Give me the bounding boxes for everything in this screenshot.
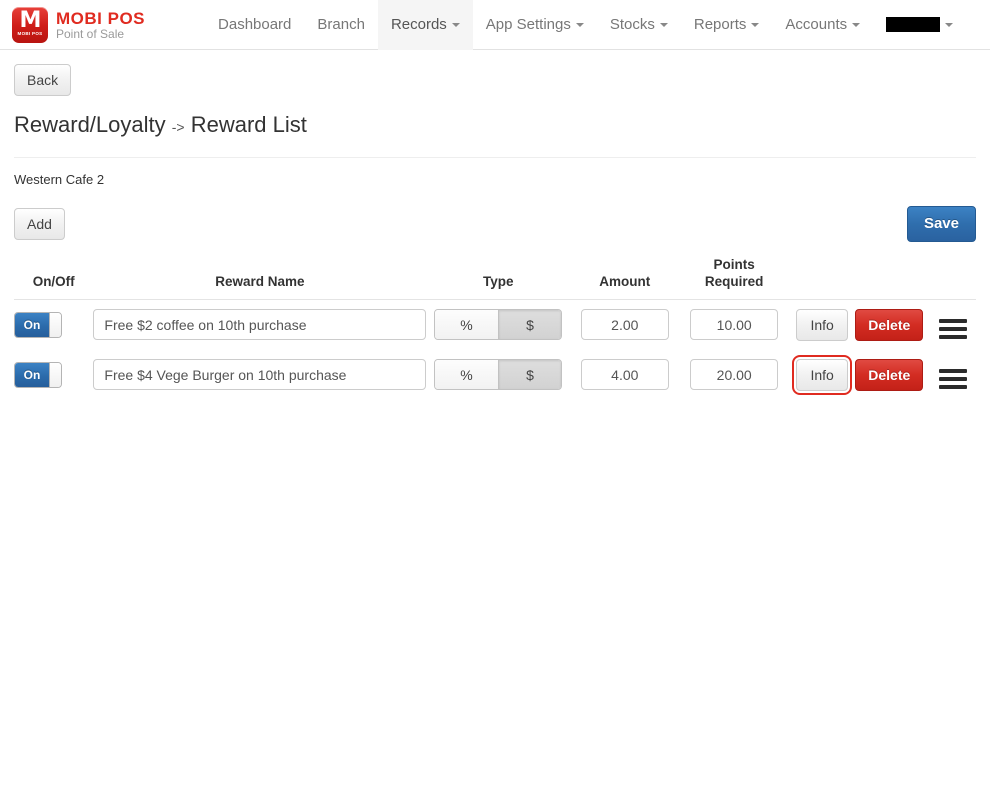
toggle-knob	[49, 312, 61, 337]
column-header-onoff: On/Off	[14, 255, 94, 300]
cell-reward-name	[93, 299, 427, 350]
chevron-down-icon	[945, 22, 954, 27]
brand-logo[interactable]: M MOBI POS MOBI POS Point of Sale	[0, 6, 145, 43]
logo-caption: MOBI POS	[17, 31, 43, 36]
reward-name-input[interactable]	[93, 309, 427, 341]
logo-letter: M	[19, 8, 42, 33]
nav-item-label: Stocks	[609, 16, 655, 33]
top-navbar: M MOBI POS MOBI POS Point of Sale Dashbo…	[0, 0, 990, 50]
title-divider	[14, 157, 976, 159]
save-button[interactable]: Save	[906, 206, 976, 242]
brand-text: MOBI POS Point of Sale	[56, 9, 145, 40]
enabled-toggle[interactable]: On	[14, 361, 62, 388]
cell-onoff: On	[14, 299, 93, 350]
enabled-toggle[interactable]: On	[14, 311, 62, 338]
chevron-down-icon	[451, 22, 460, 27]
page-title-main: Reward/Loyalty	[14, 112, 166, 138]
toggle-on-label: On	[15, 312, 49, 337]
add-button[interactable]: Add	[14, 207, 65, 241]
toggle-on-label: On	[15, 362, 49, 387]
column-header-type: Type	[426, 255, 571, 300]
nav-item-accounts[interactable]: Accounts	[772, 0, 873, 50]
cell-onoff: On	[14, 350, 93, 400]
column-header-reward-name: Reward Name	[93, 255, 427, 300]
page-title: Reward/Loyalty -> Reward List	[14, 112, 976, 138]
type-option-dollar[interactable]: $	[497, 360, 562, 390]
cell-points-required	[679, 299, 788, 350]
column-header-amount: Amount	[570, 255, 680, 300]
chevron-down-icon	[575, 22, 584, 27]
nav-item-branch[interactable]: Branch	[304, 0, 378, 50]
type-option-percent[interactable]: %	[435, 360, 498, 390]
drag-handle-icon[interactable]	[939, 369, 968, 390]
chevron-down-icon	[751, 22, 760, 27]
type-option-dollar[interactable]: $	[497, 310, 562, 340]
type-segmented-control[interactable]: % $	[434, 309, 563, 341]
table-toolbar: Add Save	[14, 206, 976, 242]
nav-item-label: App Settings	[485, 16, 571, 33]
branch-name: Western Cafe 2	[14, 172, 105, 188]
mobi-pos-logo-icon: M MOBI POS	[12, 6, 48, 43]
nav-item-records[interactable]: Records	[377, 0, 473, 50]
table-row: On % $	[14, 299, 976, 350]
cell-type: % $	[426, 299, 570, 350]
account-name-redacted	[886, 17, 941, 32]
amount-input[interactable]	[580, 359, 669, 391]
cell-actions: Info Delete	[789, 299, 931, 350]
cell-amount	[570, 350, 679, 400]
reward-list-table: On/Off Reward Name Type Amount Points Re…	[14, 255, 976, 400]
cell-points-required	[679, 350, 788, 400]
column-header-actions	[788, 255, 931, 300]
type-option-percent[interactable]: %	[435, 310, 498, 340]
cell-amount	[570, 299, 679, 350]
cell-drag	[931, 350, 976, 400]
points-required-input[interactable]	[690, 309, 779, 341]
cell-drag	[931, 299, 976, 350]
info-button[interactable]: Info	[792, 354, 852, 396]
delete-button[interactable]: Delete	[855, 308, 924, 341]
nav-item-label: Accounts	[785, 16, 848, 33]
cell-type: % $	[426, 350, 570, 400]
nav-item-app-settings[interactable]: App Settings	[473, 0, 597, 50]
info-button[interactable]: Info	[796, 308, 848, 341]
brand-title: MOBI POS	[56, 9, 146, 28]
points-required-input[interactable]	[690, 359, 779, 391]
column-header-points-required: Points Required	[679, 255, 789, 300]
table-header-row: On/Off Reward Name Type Amount Points Re…	[14, 255, 976, 300]
points-required-line1: Points	[713, 256, 755, 272]
nav-item-label: Reports	[693, 16, 747, 33]
brand-subtitle: Point of Sale	[56, 27, 125, 41]
page-title-arrow: ->	[171, 119, 185, 136]
nav-item-stocks[interactable]: Stocks	[597, 0, 681, 50]
drag-handle-icon[interactable]	[939, 319, 968, 340]
nav-item-account-user[interactable]	[873, 0, 966, 50]
nav-item-dashboard[interactable]: Dashboard	[205, 0, 304, 50]
chevron-down-icon	[659, 22, 668, 27]
cell-actions: Info Delete	[789, 350, 931, 400]
back-button[interactable]: Back	[14, 64, 72, 97]
amount-input[interactable]	[580, 309, 669, 341]
points-required-line2: Required	[704, 273, 764, 289]
nav-item-reports[interactable]: Reports	[681, 0, 773, 50]
type-segmented-control[interactable]: % $	[434, 359, 563, 391]
chevron-down-icon	[852, 22, 861, 27]
column-header-drag	[930, 255, 976, 300]
nav-item-label: Dashboard	[218, 16, 292, 33]
delete-button[interactable]: Delete	[855, 358, 924, 392]
table-row: On % $	[14, 350, 976, 400]
nav-item-label: Records	[390, 16, 447, 33]
reward-name-input[interactable]	[93, 359, 427, 391]
toggle-knob	[49, 362, 61, 387]
page-title-sub: Reward List	[190, 112, 307, 138]
nav-items: Dashboard Branch Records App Settings St…	[205, 0, 966, 50]
nav-item-label: Branch	[317, 16, 365, 33]
table-body: On % $	[14, 299, 976, 400]
table-head: On/Off Reward Name Type Amount Points Re…	[14, 255, 976, 300]
page-content: Back Reward/Loyalty -> Reward List Weste…	[0, 50, 990, 400]
cell-reward-name	[93, 350, 427, 400]
